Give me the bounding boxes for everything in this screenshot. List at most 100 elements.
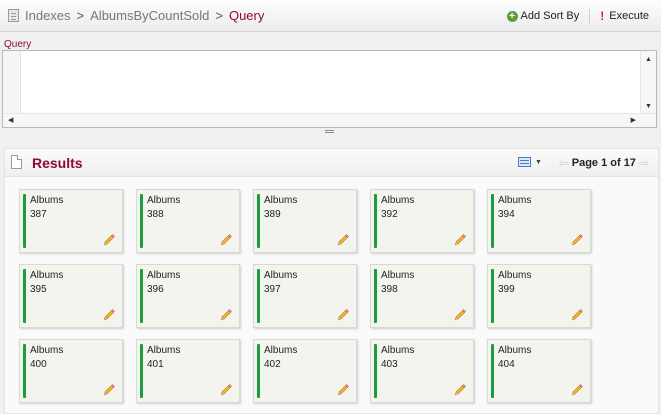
card-id: 395 — [30, 284, 47, 295]
pencil-icon[interactable] — [102, 308, 116, 322]
view-mode-button[interactable]: ▼ — [518, 157, 542, 167]
card-accent-bar — [491, 269, 494, 323]
result-card[interactable]: Albums 404 — [487, 339, 591, 403]
card-id: 402 — [264, 359, 281, 370]
add-sort-button[interactable]: + Add Sort By — [506, 10, 580, 22]
card-collection: Albums — [381, 270, 415, 281]
result-card[interactable]: Albums 395 — [19, 264, 123, 328]
scroll-left-icon[interactable]: ◀ — [8, 116, 13, 124]
resize-splitter[interactable] — [0, 128, 661, 137]
card-collection: Albums — [147, 345, 181, 356]
breadcrumb-separator: > — [76, 8, 85, 23]
card-collection: Albums — [264, 270, 298, 281]
execute-button[interactable]: ! Execute — [600, 9, 649, 23]
result-card[interactable]: Albums 394 — [487, 189, 591, 253]
scroll-down-icon[interactable]: ▼ — [645, 103, 652, 110]
pencil-icon[interactable] — [453, 233, 467, 247]
card-accent-bar — [23, 344, 26, 398]
pencil-icon[interactable] — [102, 233, 116, 247]
card-accent-bar — [374, 344, 377, 398]
result-card[interactable]: Albums 403 — [370, 339, 474, 403]
card-id: 387 — [30, 209, 47, 220]
results-header: Results ▼ ⇦ Page 1 of 17 ⇨ — [5, 149, 658, 177]
result-card[interactable]: Albums 400 — [19, 339, 123, 403]
card-collection: Albums — [30, 270, 64, 281]
chevron-down-icon: ▼ — [535, 158, 542, 166]
scroll-up-icon[interactable]: ▲ — [645, 56, 652, 63]
pencil-icon[interactable] — [219, 233, 233, 247]
card-accent-bar — [257, 344, 260, 398]
card-collection: Albums — [147, 270, 181, 281]
pencil-icon[interactable] — [570, 383, 584, 397]
result-card[interactable]: Albums 401 — [136, 339, 240, 403]
card-collection: Albums — [498, 195, 532, 206]
next-page-icon[interactable]: ⇨ — [639, 156, 649, 170]
add-sort-label: Add Sort By — [520, 10, 580, 22]
pencil-icon[interactable] — [102, 383, 116, 397]
pencil-icon[interactable] — [336, 383, 350, 397]
previous-page-icon[interactable]: ⇦ — [559, 156, 569, 170]
query-label: Query — [4, 39, 32, 50]
scroll-right-icon[interactable]: ▶ — [631, 116, 636, 124]
result-card[interactable]: Albums 392 — [370, 189, 474, 253]
vertical-scrollbar[interactable]: ▲ ▼ — [640, 51, 656, 115]
card-id: 401 — [147, 359, 164, 370]
card-accent-bar — [257, 269, 260, 323]
card-collection: Albums — [264, 195, 298, 206]
result-card[interactable]: Albums 398 — [370, 264, 474, 328]
results-title: Results — [32, 155, 83, 171]
database-icon — [8, 9, 19, 22]
pencil-icon[interactable] — [570, 308, 584, 322]
exclamation-icon: ! — [600, 9, 605, 23]
card-id: 388 — [147, 209, 164, 220]
execute-label: Execute — [609, 10, 649, 22]
document-icon — [11, 155, 22, 169]
card-id: 394 — [498, 209, 515, 220]
card-collection: Albums — [381, 345, 415, 356]
top-toolbar: Indexes > AlbumsByCountSold > Query + Ad… — [0, 0, 661, 32]
line-number-gutter — [3, 51, 21, 115]
breadcrumb-indexes[interactable]: Indexes — [25, 8, 71, 23]
card-collection: Albums — [30, 345, 64, 356]
card-id: 399 — [498, 284, 515, 295]
pencil-icon[interactable] — [219, 383, 233, 397]
drag-handle-icon[interactable] — [325, 130, 334, 133]
card-accent-bar — [491, 194, 494, 248]
card-accent-bar — [374, 194, 377, 248]
page-info: Page 1 of 17 — [571, 157, 636, 169]
card-accent-bar — [374, 269, 377, 323]
result-card[interactable]: Albums 397 — [253, 264, 357, 328]
result-card[interactable]: Albums 389 — [253, 189, 357, 253]
pencil-icon[interactable] — [453, 308, 467, 322]
pencil-icon[interactable] — [453, 383, 467, 397]
result-card[interactable]: Albums 387 — [19, 189, 123, 253]
card-collection: Albums — [498, 345, 532, 356]
card-accent-bar — [140, 269, 143, 323]
result-card[interactable]: Albums 402 — [253, 339, 357, 403]
card-id: 400 — [30, 359, 47, 370]
card-id: 398 — [381, 284, 398, 295]
result-card[interactable]: Albums 399 — [487, 264, 591, 328]
card-accent-bar — [23, 194, 26, 248]
grid-view-icon — [518, 157, 531, 167]
horizontal-scrollbar[interactable]: ◀ ▶ — [3, 113, 656, 127]
card-id: 403 — [381, 359, 398, 370]
breadcrumb-index-name[interactable]: AlbumsByCountSold — [90, 8, 209, 23]
breadcrumb-separator: > — [215, 8, 223, 23]
pencil-icon[interactable] — [219, 308, 233, 322]
result-card[interactable]: Albums 396 — [136, 264, 240, 328]
card-collection: Albums — [30, 195, 64, 206]
pencil-icon[interactable] — [336, 233, 350, 247]
card-id: 389 — [264, 209, 281, 220]
plus-icon: + — [506, 10, 518, 22]
toolbar-actions: + Add Sort By ! Execute — [506, 9, 649, 23]
card-accent-bar — [257, 194, 260, 248]
pencil-icon[interactable] — [570, 233, 584, 247]
query-editor[interactable]: ▲ ▼ ◀ ▶ — [2, 50, 657, 128]
card-accent-bar — [491, 344, 494, 398]
card-accent-bar — [23, 269, 26, 323]
card-id: 397 — [264, 284, 281, 295]
card-id: 404 — [498, 359, 515, 370]
result-card[interactable]: Albums 388 — [136, 189, 240, 253]
pencil-icon[interactable] — [336, 308, 350, 322]
